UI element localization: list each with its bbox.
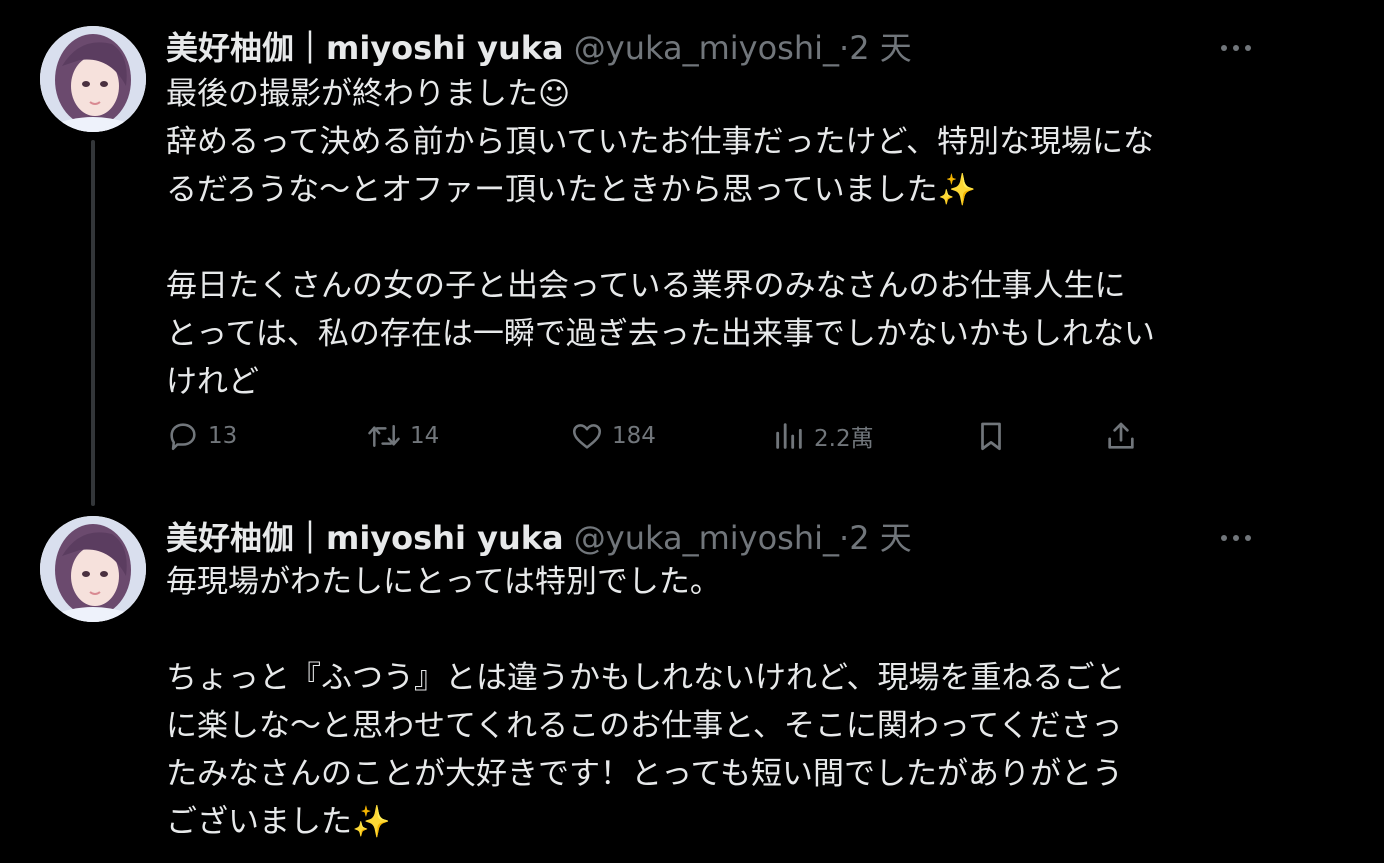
author-avatar[interactable] — [40, 516, 146, 622]
tweet-text-line: るだろうな〜とオファー頂いたときから思っていました✨ — [166, 172, 977, 208]
like-button[interactable]: 184 — [570, 416, 656, 456]
tweet-timestamp[interactable]: 2 天 — [849, 29, 912, 67]
author-name[interactable]: 美好柚伽｜miyoshi yuka — [166, 519, 564, 557]
tweet-text-line: 毎現場がわたしにとっては特別でした。 — [166, 564, 721, 600]
tweet-text-line: 辞めるって決める前から頂いていたお仕事だったけど、特別な現場にな — [166, 124, 1154, 160]
share-button[interactable] — [1104, 416, 1138, 456]
more-horizontal-icon[interactable] — [1216, 40, 1256, 56]
tweet-text-line: けれど — [166, 364, 259, 400]
thread-connector-line — [91, 140, 95, 506]
views-bar-chart-icon — [776, 423, 802, 449]
author-name[interactable]: 美好柚伽｜miyoshi yuka — [166, 29, 564, 67]
tweet-text-line: とっては、私の存在は一瞬で過ぎ去った出来事でしかないかもしれない — [166, 316, 1155, 352]
bookmark-button[interactable] — [974, 416, 1008, 456]
retweet-count: 14 — [410, 423, 440, 449]
views-count: 2.2萬 — [814, 426, 874, 452]
bookmark-icon — [981, 422, 1001, 451]
tweet-header: 美好柚伽｜miyoshi yuka @yuka_miyoshi_·2 天 — [166, 26, 912, 70]
share-upload-icon — [1108, 422, 1134, 449]
tweet-text-line: 最後の撮影が終わりました☺︎ — [166, 76, 571, 112]
like-count: 184 — [612, 423, 656, 449]
reply-bubble-icon — [170, 423, 196, 451]
reply-count: 13 — [208, 423, 238, 449]
more-horizontal-icon[interactable] — [1216, 530, 1256, 546]
tweet-text: 毎現場がわたしにとっては特別でした。 ちょっと『ふつう』とは違うかもしれないけれ… — [166, 558, 1276, 846]
author-avatar[interactable] — [40, 26, 146, 132]
retweet-icon — [368, 425, 400, 447]
author-handle[interactable]: @yuka_miyoshi_ — [574, 29, 839, 67]
tweet-text: 最後の撮影が終わりました☺︎ 辞めるって決める前から頂いていたお仕事だったけど、… — [166, 70, 1276, 406]
heart-icon — [572, 424, 602, 449]
header-separator: · — [839, 29, 850, 67]
tweet-actions: 13 14 184 2.2萬 — [166, 416, 1166, 456]
tweet-text-line: に楽しな〜と思わせてくれるこのお仕事と、そこに関わってくださっ — [166, 708, 1123, 744]
tweet-text-line: たみなさんのことが大好きです！とっても短い間でしたがありがとう — [166, 756, 1123, 792]
header-separator: · — [839, 519, 850, 557]
tweet-text-line: 毎日たくさんの女の子と出会っている業界のみなさんのお仕事人生に — [166, 268, 1126, 304]
retweet-button[interactable]: 14 — [366, 416, 439, 456]
author-handle[interactable]: @yuka_miyoshi_ — [574, 519, 839, 557]
tweet-header: 美好柚伽｜miyoshi yuka @yuka_miyoshi_·2 天 — [166, 516, 912, 560]
tweet-text-line: ちょっと『ふつう』とは違うかもしれないけれど、現場を重ねるごと — [166, 660, 1126, 696]
reply-button[interactable]: 13 — [166, 416, 237, 456]
tweet-timestamp[interactable]: 2 天 — [849, 519, 912, 557]
tweet-text-line: ございました✨ — [166, 804, 391, 840]
views-button[interactable]: 2.2萬 — [772, 416, 874, 456]
